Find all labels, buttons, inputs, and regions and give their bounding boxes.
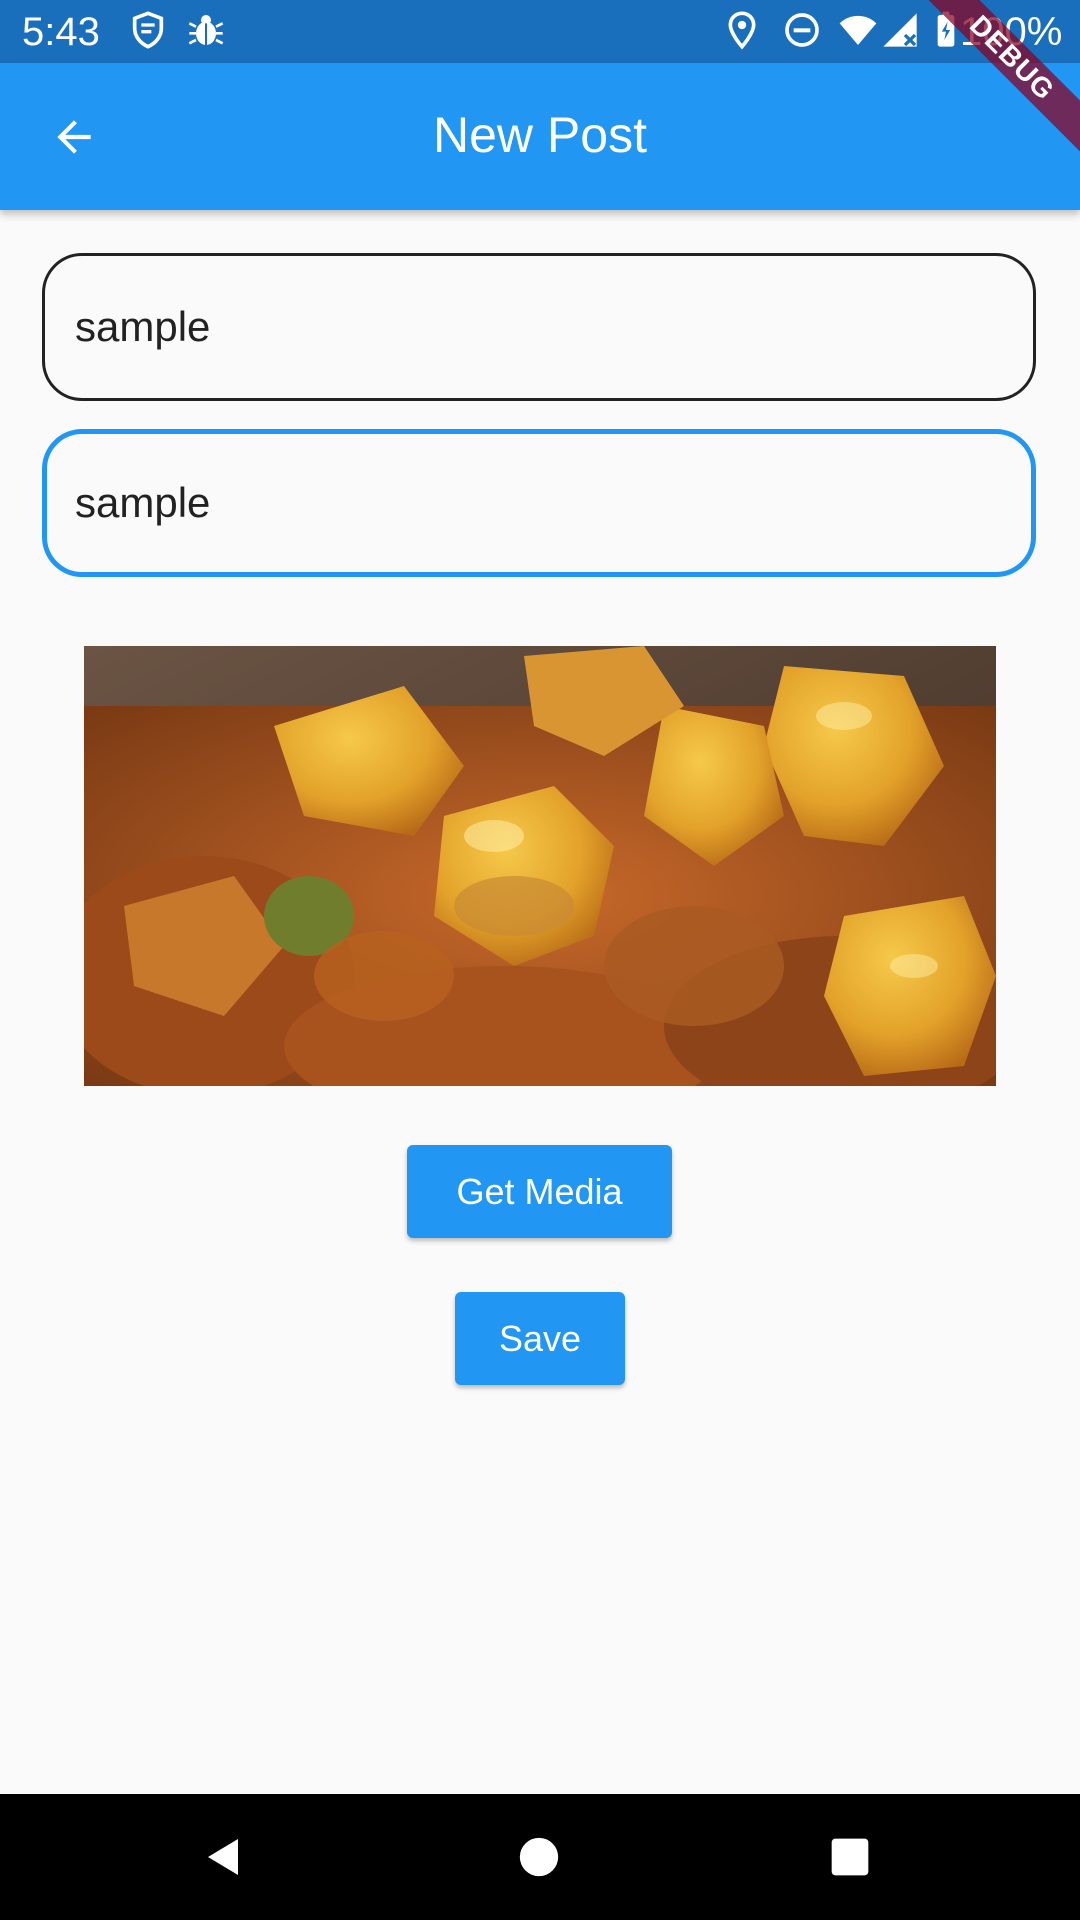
back-triangle-icon bbox=[208, 1839, 238, 1875]
food-photo bbox=[84, 646, 996, 1086]
shield-icon bbox=[132, 11, 164, 49]
nav-home-button[interactable] bbox=[506, 1824, 572, 1890]
location-icon bbox=[728, 11, 756, 50]
system-nav-bar bbox=[0, 1794, 1080, 1920]
get-media-button[interactable]: Get Media bbox=[407, 1145, 672, 1238]
nav-recents-button[interactable] bbox=[817, 1824, 883, 1890]
save-button[interactable]: Save bbox=[455, 1292, 625, 1385]
description-input[interactable] bbox=[42, 429, 1036, 577]
bug-icon bbox=[188, 15, 224, 45]
recents-square-icon bbox=[831, 1838, 869, 1876]
home-circle-icon bbox=[519, 1837, 559, 1877]
signal-icon bbox=[883, 13, 917, 47]
wifi-icon bbox=[839, 15, 877, 45]
app-bar: New Post bbox=[0, 63, 1080, 210]
page-title: New Post bbox=[433, 107, 647, 163]
do-not-disturb-icon bbox=[785, 13, 819, 47]
status-time: 5:43 bbox=[22, 10, 100, 54]
media-preview-image bbox=[84, 646, 996, 1086]
battery-percentage: 100% bbox=[960, 10, 1063, 54]
nav-back-button[interactable] bbox=[191, 1824, 257, 1890]
title-input[interactable] bbox=[42, 253, 1036, 401]
new-post-screen: 5:43 100% New Post DEBUG sample sample G… bbox=[0, 0, 1080, 1920]
status-bar: 5:43 100% bbox=[0, 0, 1080, 63]
